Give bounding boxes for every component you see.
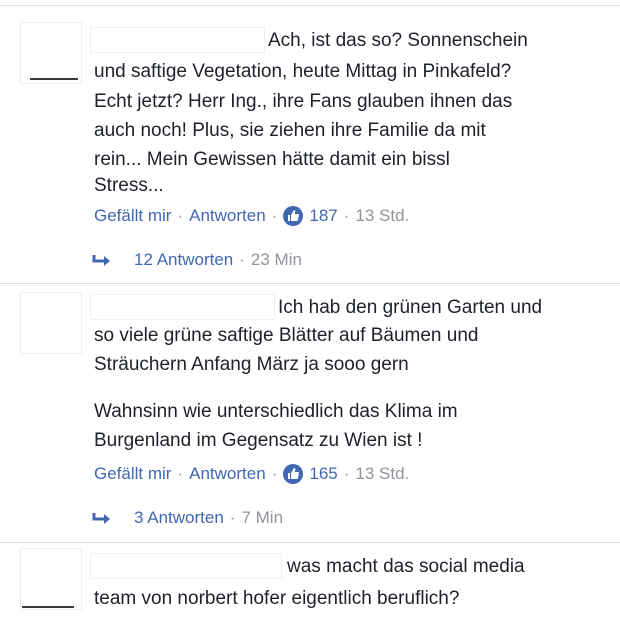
- comment-text-line: rein... Mein Gewissen hätte damit ein bi…: [94, 149, 450, 170]
- redacted-author-name[interactable]: [90, 553, 282, 579]
- separator: ·: [239, 250, 245, 269]
- separator: ·: [177, 206, 184, 225]
- view-replies[interactable]: 12 Antworten · 23 Min: [92, 248, 302, 272]
- comment-text-line: Ach, ist das so? Sonnenschein: [268, 30, 528, 51]
- thumbs-up-icon[interactable]: [283, 464, 304, 484]
- comment-actions: Gefällt mir · Antworten · 187 · 13 Std.: [94, 204, 409, 228]
- like-link[interactable]: Gefällt mir: [94, 462, 171, 486]
- reply-link[interactable]: Antworten: [189, 204, 266, 228]
- separator: ·: [271, 206, 278, 225]
- avatar-name-line: [22, 606, 74, 608]
- replies-count-label[interactable]: 12 Antworten: [134, 248, 233, 272]
- comment-text-line: team von norbert hofer eigentlich berufl…: [94, 588, 460, 609]
- comment-text-line: auch noch! Plus, sie ziehen ihre Familie…: [94, 120, 486, 141]
- reply-arrow-icon: [92, 255, 110, 266]
- redacted-author-name[interactable]: [90, 294, 275, 320]
- reply-link[interactable]: Antworten: [189, 462, 266, 486]
- comment-divider: [0, 542, 620, 543]
- like-count[interactable]: 187: [309, 204, 337, 228]
- comment-actions: Gefällt mir · Antworten · 165 · 13 Std.: [94, 462, 409, 486]
- avatar[interactable]: [20, 22, 82, 84]
- comment-text-line: Stress...: [94, 175, 164, 196]
- replies-count-label[interactable]: 3 Antworten: [134, 506, 224, 530]
- avatar-name-line: [30, 78, 78, 80]
- top-divider: [0, 5, 620, 6]
- like-count[interactable]: 165: [309, 462, 337, 486]
- timestamp[interactable]: 13 Std.: [355, 462, 409, 486]
- separator: ·: [229, 508, 236, 527]
- comment-text-line: Sträuchern Anfang März ja sooo gern: [94, 354, 409, 375]
- timestamp[interactable]: 13 Std.: [355, 204, 409, 228]
- view-replies[interactable]: 3 Antworten · 7 Min: [92, 506, 283, 530]
- separator: ·: [343, 206, 350, 225]
- comment-text-line: Ich hab den grünen Garten und: [278, 297, 543, 318]
- reply-arrow-icon: [92, 513, 110, 524]
- like-link[interactable]: Gefällt mir: [94, 204, 171, 228]
- replies-timestamp: 23 Min: [250, 250, 302, 269]
- redacted-author-name[interactable]: [90, 27, 265, 53]
- comment-text-line: Echt jetzt? Herr Ing., ihre Fans glauben…: [94, 91, 513, 112]
- avatar[interactable]: [20, 548, 82, 610]
- comment-divider: [0, 283, 620, 284]
- replies-timestamp: 7 Min: [241, 508, 284, 527]
- separator: ·: [177, 464, 184, 483]
- thumbs-up-icon[interactable]: [283, 206, 304, 226]
- separator: ·: [343, 464, 350, 483]
- comment-text-line: und saftige Vegetation, heute Mittag in …: [94, 61, 512, 82]
- separator: ·: [271, 464, 278, 483]
- comment-text-line: Burgenland im Gegensatz zu Wien ist !: [94, 430, 423, 451]
- comment-text-line: was macht das social media: [287, 556, 525, 577]
- comment-text-line: Wahnsinn wie unterschiedlich das Klima i…: [94, 401, 458, 422]
- avatar[interactable]: [20, 292, 82, 354]
- comment-text-line: so viele grüne saftige Blätter auf Bäume…: [94, 325, 479, 346]
